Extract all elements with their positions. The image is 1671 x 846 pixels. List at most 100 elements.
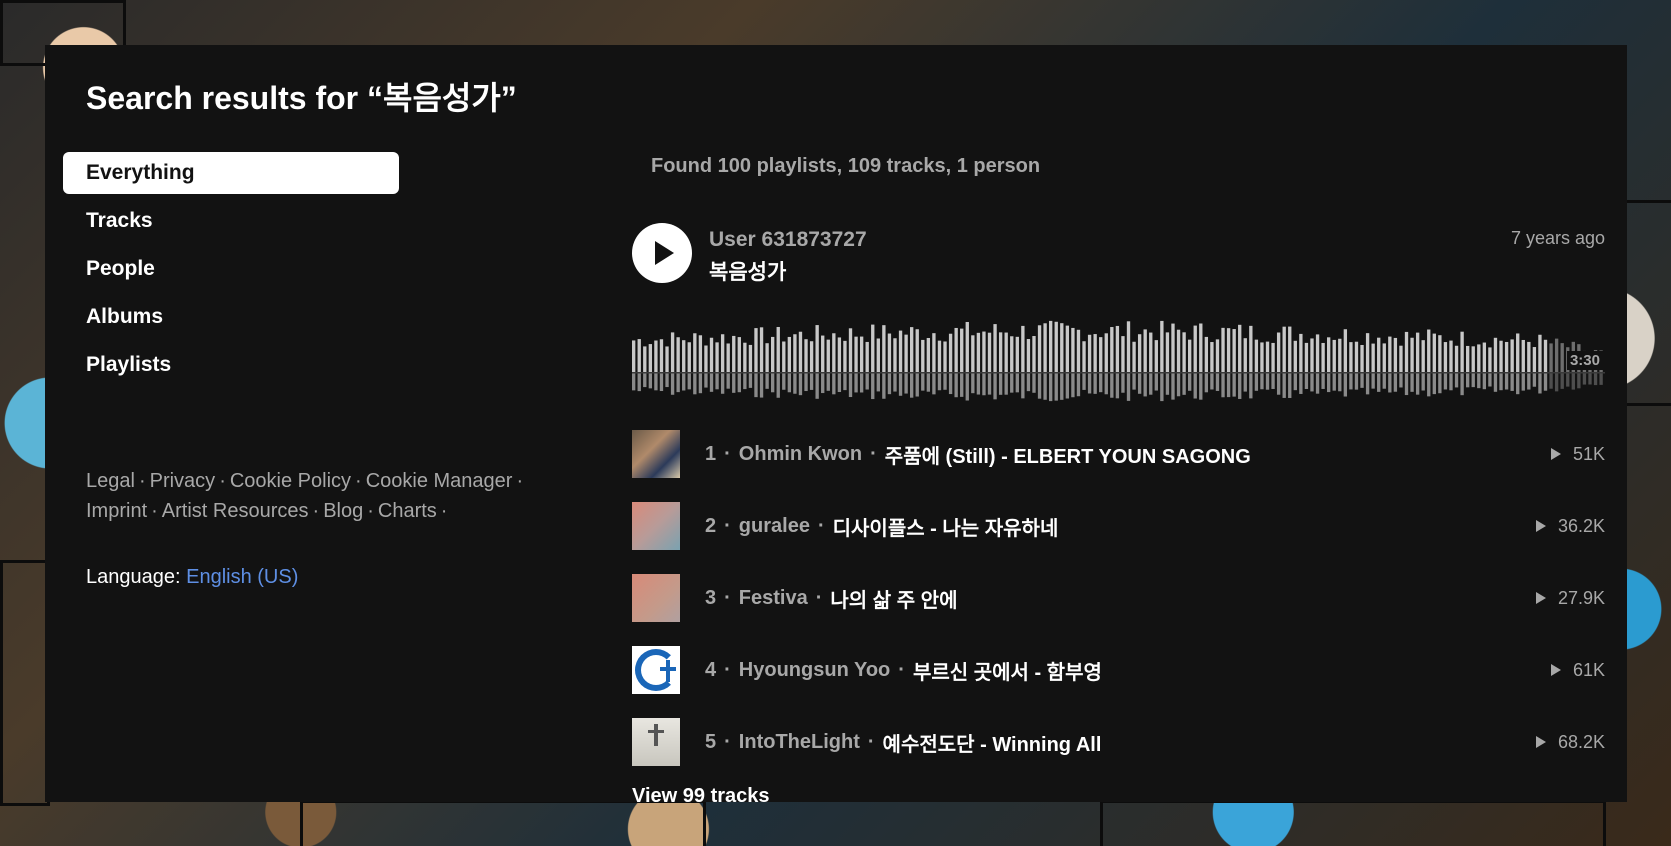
filter-tracks[interactable]: Tracks: [63, 200, 399, 242]
track-title[interactable]: 나의 삶 주 안에: [830, 584, 957, 613]
background-shard: [0, 560, 50, 806]
waveform-bar: [821, 335, 825, 372]
waveform-reflection-bar: [1382, 373, 1386, 389]
waveform-bar: [1110, 327, 1114, 372]
waveform-reflection-bar: [1182, 373, 1186, 395]
waveform-bar: [1466, 345, 1470, 372]
waveform-reflection-bar: [921, 373, 925, 391]
track-row[interactable]: 1 · Ohmin Kwon · 주품에 (Still) - ELBERT YOUN…: [632, 429, 1605, 479]
waveform-reflection-bar: [943, 373, 947, 390]
waveform-reflection-bar: [865, 373, 869, 390]
footer-link-legal[interactable]: Legal: [86, 470, 135, 492]
waveform-reflection-bar: [1365, 373, 1370, 395]
track-artwork[interactable]: [632, 430, 680, 478]
waveform-bar: [1510, 339, 1514, 372]
waveform-reflection-bar: [1310, 373, 1314, 392]
waveform-reflection-bar: [887, 373, 892, 395]
play-button[interactable]: [632, 223, 692, 283]
track-artist[interactable]: Ohmin Kwon: [739, 443, 862, 466]
waveform-reflection-bar: [1254, 373, 1259, 391]
waveform-bar: [1415, 332, 1420, 372]
track-artwork[interactable]: [632, 718, 680, 766]
waveform-reflection-bar: [1293, 373, 1297, 391]
waveform-reflection-bar: [1037, 373, 1042, 399]
track-row[interactable]: 5 · IntoTheLight · 예수전도단 - Winning All 68.…: [632, 717, 1605, 767]
waveform-bar: [1171, 323, 1175, 372]
waveform-bar: [754, 328, 758, 372]
filter-people[interactable]: People: [63, 248, 399, 290]
waveform-reflection-bar: [882, 373, 886, 399]
waveform-reflection-bar: [1282, 373, 1286, 398]
waveform-bar: [859, 336, 864, 372]
waveform-reflection-bar: [1126, 373, 1131, 401]
track-artwork[interactable]: [632, 574, 680, 622]
track-row[interactable]: 2 · guralee · 디사이플스 - 나는 자유하네 36.2K: [632, 501, 1605, 551]
waveform-bar: [726, 343, 730, 372]
footer-link-charts[interactable]: Charts: [378, 500, 437, 522]
waveform-reflection-bar: [1010, 373, 1014, 393]
footer-link-blog[interactable]: Blog: [323, 500, 363, 522]
waveform-reflection-bar: [1049, 373, 1053, 402]
footer-link-cookie-policy[interactable]: Cookie Policy: [230, 470, 351, 492]
featured-title[interactable]: 복음성가: [709, 256, 786, 286]
track-row[interactable]: 3 · Festiva · 나의 삶 주 안에 27.9K: [632, 573, 1605, 623]
filter-everything[interactable]: Everything: [63, 152, 399, 194]
waveform-reflection-bar: [1188, 373, 1192, 391]
filter-albums[interactable]: Albums: [63, 296, 399, 338]
waveform-reflection-bar: [1510, 373, 1514, 391]
waveform-bar: [998, 332, 1003, 372]
waveform-reflection-bar: [1249, 373, 1253, 399]
waveform-bar: [637, 339, 641, 372]
waveform-bar: [965, 321, 969, 372]
waveform-bar: [787, 336, 792, 372]
waveform-reflection-bar: [665, 373, 669, 388]
track-title[interactable]: 디사이플스 - 나는 자유하네: [833, 512, 1059, 541]
waveform-reflection-bar: [1543, 373, 1548, 391]
track-artist[interactable]: Festiva: [739, 587, 808, 610]
waveform-bar: [1104, 333, 1108, 372]
waveform-reflection-bar: [1504, 373, 1509, 390]
waveform-reflection-bar: [1143, 373, 1147, 397]
waveform-reflection-bar: [1265, 373, 1270, 390]
track-title[interactable]: 주품에 (Still) - ELBERT YOUN SAGONG: [885, 440, 1251, 469]
footer-link-privacy[interactable]: Privacy: [150, 470, 216, 492]
track-artist[interactable]: IntoTheLight: [739, 731, 860, 754]
waveform-reflection-bar: [743, 373, 747, 390]
play-count-icon: [1550, 664, 1561, 676]
footer-link-imprint[interactable]: Imprint: [86, 500, 147, 522]
track-artwork[interactable]: [632, 646, 680, 694]
track-title[interactable]: 부르신 곳에서 - 함부영: [913, 656, 1102, 685]
waveform-bar: [776, 326, 780, 372]
waveform-reflection-bar: [1349, 373, 1353, 390]
featured-artist[interactable]: User 631873727: [709, 228, 867, 252]
track-artist[interactable]: guralee: [739, 515, 810, 538]
language-link[interactable]: English (US): [186, 566, 298, 588]
waveform[interactable]: [632, 305, 1605, 405]
play-icon: [655, 241, 674, 265]
track-title[interactable]: 예수전도단 - Winning All: [883, 728, 1102, 757]
filter-playlists[interactable]: Playlists: [63, 344, 399, 386]
waveform-bar: [759, 327, 764, 372]
track-number: 2: [705, 514, 717, 537]
waveform-bar: [1054, 321, 1058, 372]
track-row[interactable]: 4 · Hyoungsun Yoo · 부르신 곳에서 - 함부영 61K: [632, 645, 1605, 695]
waveform-bar: [743, 342, 747, 372]
waveform-bar: [1165, 332, 1170, 372]
waveform-reflection-bar: [1527, 373, 1531, 390]
track-artwork[interactable]: [632, 502, 680, 550]
view-all-tracks-link[interactable]: View 99 tracks: [632, 785, 770, 802]
waveform-reflection-bar: [1110, 373, 1114, 398]
waveform-bar: [1315, 334, 1320, 372]
waveform-bar: [1188, 339, 1192, 372]
waveform-reflection-bar: [1115, 373, 1120, 399]
waveform-reflection-bar: [926, 373, 931, 392]
waveform-reflection-bar: [1032, 373, 1036, 393]
waveform-bar: [809, 341, 814, 372]
waveform-bar: [670, 332, 675, 372]
waveform-bar: [1377, 337, 1381, 372]
footer-link-cookie-manager[interactable]: Cookie Manager: [366, 470, 513, 492]
waveform-bar: [1132, 341, 1136, 372]
waveform-reflection-bar: [1399, 373, 1403, 388]
footer-link-artist-resources[interactable]: Artist Resources: [162, 500, 309, 522]
track-artist[interactable]: Hyoungsun Yoo: [739, 659, 890, 682]
